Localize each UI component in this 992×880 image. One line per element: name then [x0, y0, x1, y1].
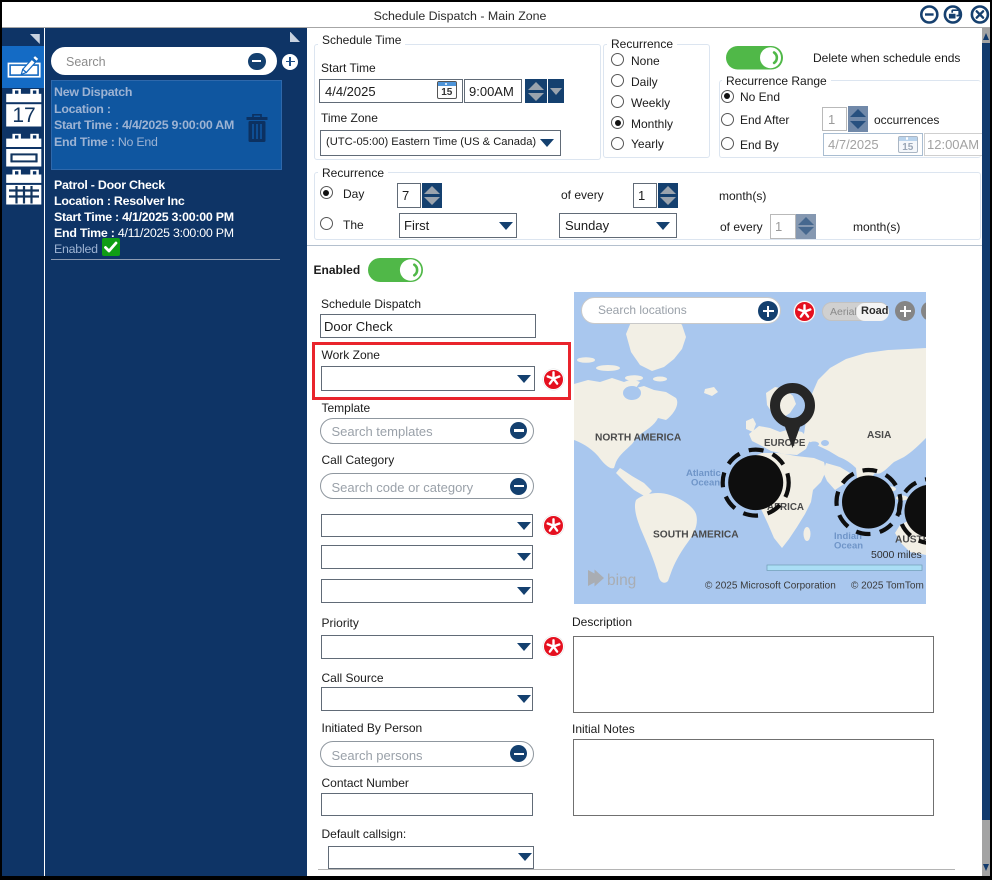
svg-text:SOUTH AMERICA: SOUTH AMERICA: [653, 530, 739, 541]
svg-text:Ocean: Ocean: [834, 541, 863, 552]
svg-text:Ocean: Ocean: [691, 478, 720, 489]
svg-text:© 2025 TomTom: © 2025 TomTom: [851, 581, 924, 592]
svg-text:17: 17: [12, 104, 35, 127]
svg-text:© 2025 Microsoft Corporation: © 2025 Microsoft Corporation: [705, 581, 836, 592]
svg-text:EUROPE: EUROPE: [764, 438, 806, 449]
svg-text:ASIA: ASIA: [867, 430, 892, 441]
svg-text:5000 miles: 5000 miles: [871, 549, 922, 561]
svg-text:bing: bing: [607, 572, 636, 589]
svg-text:NORTH AMERICA: NORTH AMERICA: [595, 433, 682, 444]
